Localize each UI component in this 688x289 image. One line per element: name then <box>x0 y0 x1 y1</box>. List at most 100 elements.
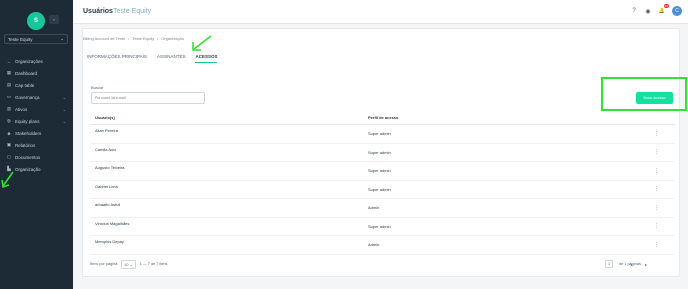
user-name: Allan Pereira <box>95 128 118 133</box>
breadcrumb: Billing Account de Teste / Teste Equity … <box>83 36 184 41</box>
breadcrumb-separator: / <box>157 36 159 41</box>
user-name: Augusto Teixeira <box>95 165 125 170</box>
company-avatar[interactable]: S <box>27 12 45 30</box>
company-select[interactable]: Teste Equity ⌄ <box>4 34 68 44</box>
search-label: Buscar <box>91 85 104 90</box>
people-icon: ☻ <box>6 130 12 136</box>
new-access-button[interactable]: Novo acesso <box>636 92 673 104</box>
user-name: Gabriel Lima <box>95 183 118 189</box>
equity-icon: ◍ <box>7 118 11 123</box>
user-name: Memphis Depay <box>95 239 124 244</box>
sidebar-item-label: Organização <box>15 166 41 172</box>
user-name: arbaaffo Asfull <box>95 202 121 207</box>
sidebar-item-dashboard[interactable]: ▦ Dashboard <box>0 67 73 79</box>
user-avatar[interactable]: C <box>672 6 682 16</box>
tabs: INFORMAÇÕES PRINCIPAIS ASSINANTES ACESSO… <box>87 54 218 63</box>
breadcrumb-billing[interactable]: Billing Account de Teste <box>83 36 125 41</box>
sidebar-item-ativos[interactable]: ▥ Ativos ⌄ <box>0 103 73 115</box>
folder-icon: ▢ <box>6 154 12 159</box>
more-icon[interactable]: ⋮ <box>654 223 659 229</box>
breadcrumb-company[interactable]: Teste Equity <box>132 36 154 41</box>
sidebar-item-organizacoes[interactable]: ← Organizações <box>0 55 73 67</box>
more-icon[interactable]: ⋮ <box>654 205 659 211</box>
sidebar-item-label: Dashboard <box>15 70 38 76</box>
more-icon[interactable]: ⋮ <box>654 186 659 192</box>
sidebar-item-label: Cap table <box>15 82 35 88</box>
company-select-label: Teste Equity <box>8 36 33 42</box>
chevron-down-icon: ⌄ <box>60 36 64 41</box>
per-page-label: Itens por página: <box>90 262 119 266</box>
topbar: Usuários Teste Equity ? ◉ 🔔 13 C <box>73 0 688 24</box>
sidebar-item-governanca[interactable]: ▭ Governança ⌄ <box>0 91 73 103</box>
header-user: Usuário(s) <box>95 115 115 120</box>
table-row: Vinicius Magalhães Super admin ⋮ <box>90 218 675 236</box>
access-table: Usuário(s) Perfil de acesso Allan Pereir… <box>90 111 675 255</box>
table-icon: ▤ <box>6 82 12 87</box>
sidebar-item-label: Documentos <box>15 154 41 160</box>
page-input[interactable]: 1 <box>605 260 614 268</box>
pagination: Itens por página: 10 ⌄ 1 — 7 de 7 itens … <box>90 258 675 270</box>
chevron-down-icon: ⌄ <box>62 94 66 100</box>
topbar-icons: ? ◉ 🔔 13 C <box>630 4 682 16</box>
arrow-left-icon: ← <box>6 58 12 64</box>
user-profile: Super admin <box>368 149 391 155</box>
more-icon[interactable]: ⋮ <box>654 131 659 137</box>
table-row: arbaaffo Asfull Admin ⋮ <box>90 199 675 218</box>
user-name: Camila Aulo <box>95 146 117 152</box>
sidebar-nav: ← Organizações ▦ Dashboard ▤ Cap table ▭ Gov… <box>0 55 73 175</box>
user-profile: Super admin <box>368 223 391 229</box>
sidebar-item-label: Governança <box>15 94 40 100</box>
notification-badge: 13 <box>663 4 669 8</box>
table-row: Camila Aulo Super admin ⋮ <box>90 144 675 162</box>
main-card: Billing Account de Teste / Teste Equity … <box>82 28 687 277</box>
report-icon: ▣ <box>6 142 12 147</box>
more-icon[interactable]: ⋮ <box>654 149 659 155</box>
eye-icon[interactable]: ◉ <box>644 7 652 15</box>
chevron-down-icon: ⌄ <box>62 118 66 124</box>
breadcrumb-separator: / <box>128 36 130 41</box>
header-profile: Perfil de acesso <box>368 115 399 120</box>
dashboard-icon: ▦ <box>6 70 12 75</box>
sidebar-item-label: Stakeholders <box>15 130 42 136</box>
more-icon[interactable]: ⋮ <box>654 242 659 248</box>
collapse-sidebar-button[interactable]: « <box>49 15 59 24</box>
search-input[interactable] <box>91 92 205 104</box>
sidebar-item-stakeholders[interactable]: ☻ Stakeholders <box>0 127 73 139</box>
sidebar-item-label: Organizações <box>15 58 43 64</box>
sidebar-item-label: Ativos <box>15 106 28 112</box>
sidebar: S « Teste Equity ⌄ ← Organizações ▦ Dashbo… <box>0 0 73 289</box>
sidebar-item-label: Relatórios <box>15 142 36 148</box>
user-profile: Super admin <box>368 186 391 192</box>
sidebar-item-equity-plans[interactable]: ◍ Equity plans ⌄ <box>0 115 73 127</box>
table-row: Allan Pereira Super admin ⋮ <box>90 125 675 144</box>
user-profile: Admin <box>368 242 380 248</box>
tab-informacoes-principais[interactable]: INFORMAÇÕES PRINCIPAIS <box>87 54 147 63</box>
page-subtitle: Teste Equity <box>113 8 152 15</box>
page-title: Usuários <box>83 8 113 15</box>
page-nav-arrows[interactable]: ◂ ▸ <box>630 262 653 267</box>
bell-icon[interactable]: 🔔 13 <box>658 4 669 15</box>
tab-assinantes[interactable]: ASSINANTES <box>157 54 186 63</box>
range-text: 1 — 7 de 7 itens <box>139 262 168 266</box>
table-row: Gabriel Lima Super admin ⋮ <box>90 181 675 199</box>
sidebar-item-label: Equity plans <box>15 118 40 124</box>
table-header: Usuário(s) Perfil de acesso <box>90 111 675 125</box>
user-name: Vinicius Magalhães <box>95 220 130 226</box>
assets-icon: ▥ <box>6 106 12 111</box>
table-row: Memphis Depay Admin ⋮ <box>90 236 675 255</box>
governance-icon: ▭ <box>6 94 12 99</box>
more-icon[interactable]: ⋮ <box>654 168 659 174</box>
annotation-arrow-sidebar <box>1 171 14 189</box>
user-profile: Admin <box>368 205 380 211</box>
table-row: Augusto Teixeira Super admin ⋮ <box>90 162 675 181</box>
user-profile: Super admin <box>368 168 391 174</box>
annotation-arrow-tab <box>192 35 212 51</box>
per-page-select[interactable]: 10 ⌄ <box>121 259 136 269</box>
breadcrumb-current: Organização <box>161 36 184 41</box>
sidebar-item-relatorios[interactable]: ▣ Relatórios <box>0 139 73 151</box>
help-icon[interactable]: ? <box>630 7 638 15</box>
tab-acessos[interactable]: ACESSOS <box>195 54 218 63</box>
sidebar-item-documentos[interactable]: ▢ Documentos <box>0 151 73 163</box>
chevron-down-icon: ⌄ <box>62 106 66 112</box>
sidebar-item-cap-table[interactable]: ▤ Cap table <box>0 79 73 91</box>
